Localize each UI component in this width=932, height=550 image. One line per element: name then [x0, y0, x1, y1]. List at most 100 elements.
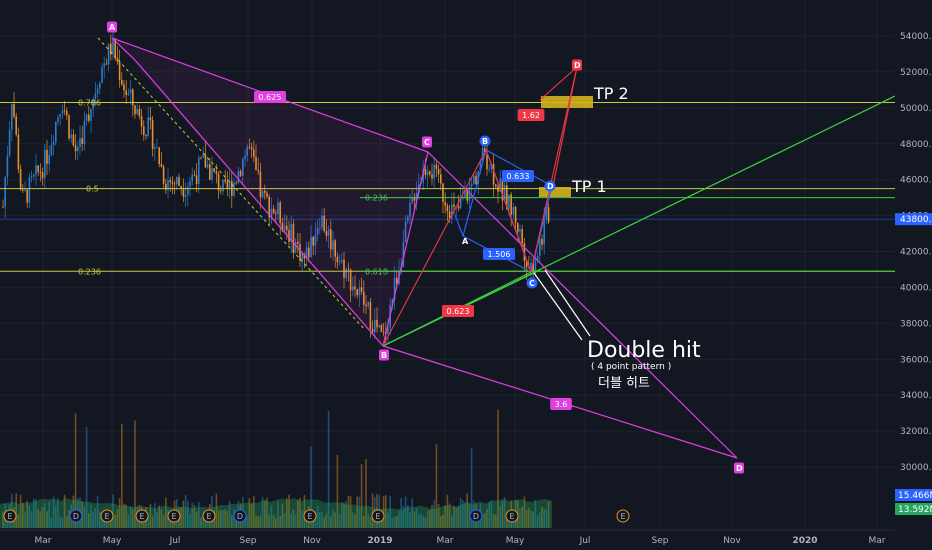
candle-body	[44, 149, 46, 179]
time-tick-label: Jul	[579, 536, 591, 546]
candle-body	[440, 174, 442, 184]
candle-body	[63, 110, 66, 112]
candle-body	[517, 222, 519, 232]
candle-body	[57, 117, 59, 122]
time-axis[interactable]: Mar May Jul Sep Nov 2019 Mar May Jul Sep Nov 2020 Ma…	[0, 529, 932, 550]
candle-body	[426, 171, 429, 176]
candle-body	[28, 177, 31, 203]
candle-body	[33, 174, 35, 177]
candle-body	[48, 154, 50, 164]
candle-body	[521, 229, 523, 244]
ratio-label: 1.62	[522, 111, 540, 120]
candle-body	[129, 89, 132, 94]
candle-body	[470, 183, 473, 187]
candle-body	[539, 238, 541, 256]
candle-body	[90, 108, 92, 121]
candle-body	[127, 93, 130, 95]
candle-body	[55, 121, 57, 142]
candle-body	[158, 147, 160, 165]
candle-body	[213, 168, 215, 172]
candle-body	[162, 166, 165, 184]
pattern-point-label: B	[381, 351, 387, 360]
event-marker-label: E	[206, 512, 211, 521]
candle-body	[429, 171, 431, 175]
candle-body	[112, 38, 114, 55]
price-tick-label: 30000.0	[900, 463, 932, 473]
candle-body	[187, 186, 189, 195]
price-tick-label: 50000.0	[900, 104, 932, 114]
arrow-line	[544, 269, 591, 337]
candle-body	[209, 164, 211, 180]
time-tick-label: Sep	[652, 536, 669, 546]
candle-body	[233, 182, 235, 196]
candle-body	[433, 164, 435, 179]
time-tick-label: May	[103, 536, 122, 546]
candle-body	[118, 61, 121, 80]
price-tick-label: 34000.0	[900, 391, 932, 401]
annotation-korean: 더블 히트	[598, 376, 650, 391]
candle-body	[77, 147, 79, 152]
candle-body	[72, 134, 75, 146]
candle-body	[222, 179, 224, 192]
candle-body	[224, 179, 226, 182]
candle-body	[547, 207, 550, 223]
fib-level-label: 0.236	[78, 267, 101, 276]
candle-body	[442, 183, 444, 203]
candle-body	[121, 79, 123, 85]
candle-body	[206, 164, 209, 168]
candle-body	[176, 177, 178, 185]
candle-body	[145, 135, 147, 136]
candle-body	[39, 172, 42, 173]
candle-body	[37, 165, 39, 173]
candle-body	[101, 67, 103, 84]
time-tick-label: Mar	[869, 536, 886, 546]
candle-body	[68, 115, 70, 139]
pattern-point-label: A	[462, 237, 469, 246]
candle-body	[50, 144, 53, 155]
event-marker-label: E	[375, 512, 380, 521]
event-marker-label: E	[7, 512, 12, 521]
candle-body	[453, 204, 455, 207]
candle-body	[444, 202, 446, 206]
ratio-label: 3.6	[555, 400, 568, 409]
candle-body	[204, 154, 207, 168]
candle-body	[15, 116, 17, 135]
candle-body	[541, 238, 543, 245]
pattern-point-label: D	[574, 61, 581, 70]
price-tick-label: 46000.0	[900, 176, 932, 186]
candle-body	[147, 117, 149, 136]
candle-body	[17, 134, 20, 170]
volume-label: 13.592M	[898, 505, 932, 515]
candle-body	[19, 169, 22, 190]
candle-body	[226, 181, 229, 190]
pattern-point-label: D	[547, 182, 554, 191]
ratio-label: 1.506	[488, 250, 511, 259]
price-tick-label: 32000.0	[900, 427, 932, 437]
candle-body	[35, 165, 37, 175]
pattern-point-label: C	[529, 279, 535, 288]
chart: 0.786 0.5 0.236 0.236 0.618 A B C D A B C D D 0.625 3.…	[0, 0, 932, 550]
candle-body	[99, 83, 101, 89]
chart-svg[interactable]: 0.7860.50.2360.2360.618 ABCDABCDD0.6253.…	[0, 0, 932, 550]
candle-body	[189, 181, 191, 187]
candle-body	[66, 110, 68, 116]
time-tick-label: Mar	[437, 536, 454, 546]
candle-body	[446, 205, 449, 212]
candle-body	[41, 172, 44, 179]
candle-body	[123, 84, 125, 91]
candle-body	[182, 188, 185, 197]
candle-body	[462, 198, 464, 199]
candle-body	[59, 113, 61, 118]
candle-body	[437, 168, 440, 175]
candle-body	[475, 175, 477, 185]
candle-body	[134, 105, 136, 115]
event-marker-label: D	[73, 512, 79, 521]
price-axis[interactable]: 54000.052000.050000.048000.046000.044000…	[895, 0, 932, 550]
candle-body	[83, 121, 86, 145]
ratio-label: 0.625	[259, 93, 282, 102]
candle-body	[202, 154, 204, 158]
candle-body	[96, 88, 99, 94]
candle-body	[11, 104, 13, 130]
pattern-fill	[112, 38, 428, 346]
time-tick-label: 2019	[367, 536, 392, 546]
